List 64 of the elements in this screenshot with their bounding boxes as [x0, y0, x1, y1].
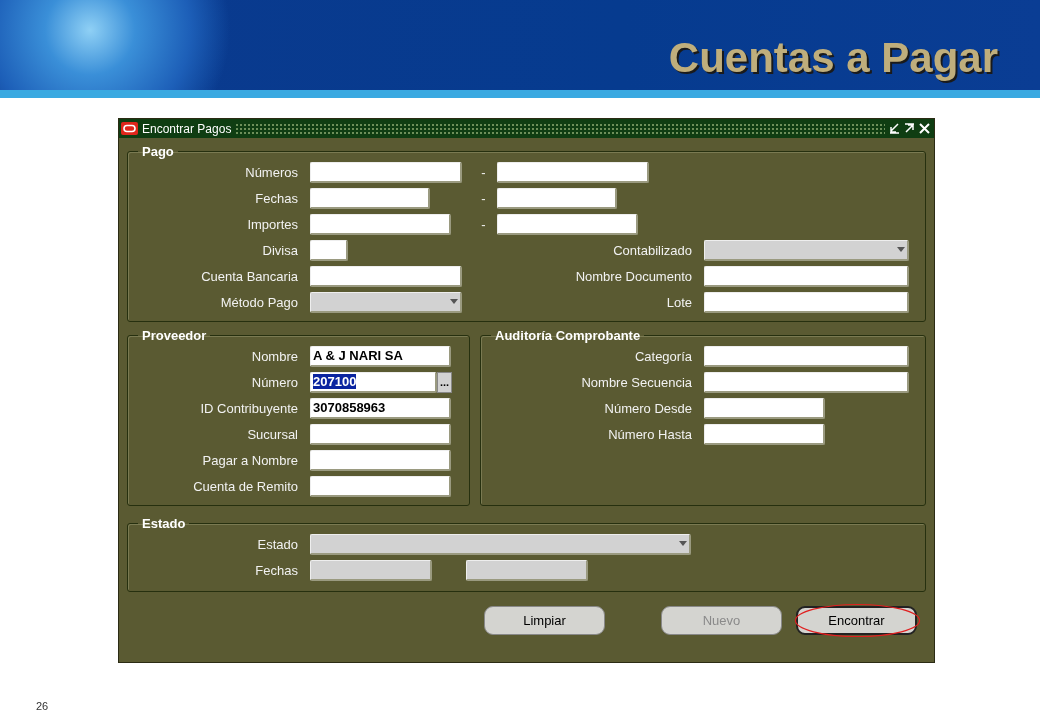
arrow-down-left-icon[interactable]	[889, 123, 900, 134]
window-title: Encontrar Pagos	[142, 121, 232, 136]
section-title: Proveedor	[141, 328, 208, 343]
text-field[interactable]	[310, 161, 462, 183]
list-button[interactable]: ...	[437, 371, 452, 393]
text-field[interactable]	[704, 291, 909, 313]
text-field[interactable]	[310, 449, 451, 471]
text-field[interactable]	[497, 161, 649, 183]
field-label: Método Pago	[220, 294, 299, 310]
field-label: Nombre	[251, 348, 299, 364]
text-field[interactable]	[704, 371, 909, 393]
text-field[interactable]	[310, 423, 451, 445]
text-field[interactable]	[310, 187, 430, 209]
section-title: Estado	[141, 516, 187, 531]
caret-icon	[450, 299, 458, 304]
field-label: Nombre Documento	[575, 268, 693, 284]
field-label: Nombre Secuencia	[581, 374, 693, 390]
text-field[interactable]	[310, 265, 462, 287]
range-separator: -	[481, 190, 486, 206]
field-label: Fechas	[255, 562, 299, 578]
field-label: Cuenta Bancaria	[201, 268, 299, 284]
app-logo-icon	[121, 122, 138, 135]
text-field[interactable]	[704, 345, 909, 367]
caret-icon	[679, 541, 687, 546]
field-label: Números	[245, 164, 299, 180]
text-field[interactable]: 3070858963	[310, 397, 451, 419]
field-label: Categoría	[634, 348, 693, 364]
text-field[interactable]: 207100	[310, 371, 437, 393]
text-field[interactable]	[310, 475, 451, 497]
dropdown[interactable]	[310, 533, 691, 555]
field-label: Número Desde	[604, 400, 693, 416]
field-label: Lote	[666, 294, 693, 310]
field-label: Estado	[257, 536, 299, 552]
caret-icon	[897, 247, 905, 252]
field-label: Pagar a Nombre	[202, 452, 299, 468]
field-label: ID Contribuyente	[200, 400, 299, 416]
action-button[interactable]: Encontrar	[796, 606, 917, 635]
field-label: Contabilizado	[613, 242, 693, 258]
dropdown[interactable]	[704, 239, 909, 261]
text-field[interactable]	[704, 423, 825, 445]
field-label: Importes	[247, 216, 299, 232]
dropdown[interactable]	[310, 291, 462, 313]
text-field[interactable]	[497, 213, 638, 235]
section-title: Pago	[141, 144, 175, 159]
close-icon[interactable]	[919, 123, 930, 134]
page-number: 26	[36, 700, 49, 712]
field-label: Cuenta de Remito	[193, 478, 299, 494]
text-field[interactable]	[704, 265, 909, 287]
section-title: Auditoría Comprobante	[494, 328, 642, 343]
text-field[interactable]	[497, 187, 617, 209]
text-field[interactable]	[310, 239, 348, 261]
range-separator: -	[481, 164, 486, 180]
field-label: Fechas	[255, 190, 299, 206]
field-label: Divisa	[262, 242, 299, 258]
text-field[interactable]: A & J NARI SA	[310, 345, 451, 367]
field-label: Número	[251, 374, 299, 390]
range-separator: -	[481, 216, 486, 232]
text-field[interactable]	[704, 397, 825, 419]
action-button[interactable]: Limpiar	[484, 606, 605, 635]
text-field[interactable]	[310, 213, 451, 235]
field-label: Número Hasta	[608, 426, 693, 442]
slide-title: Cuentas a Pagar	[668, 34, 998, 82]
arrow-up-right-icon[interactable]	[904, 123, 915, 134]
field-label: Sucursal	[247, 426, 299, 442]
